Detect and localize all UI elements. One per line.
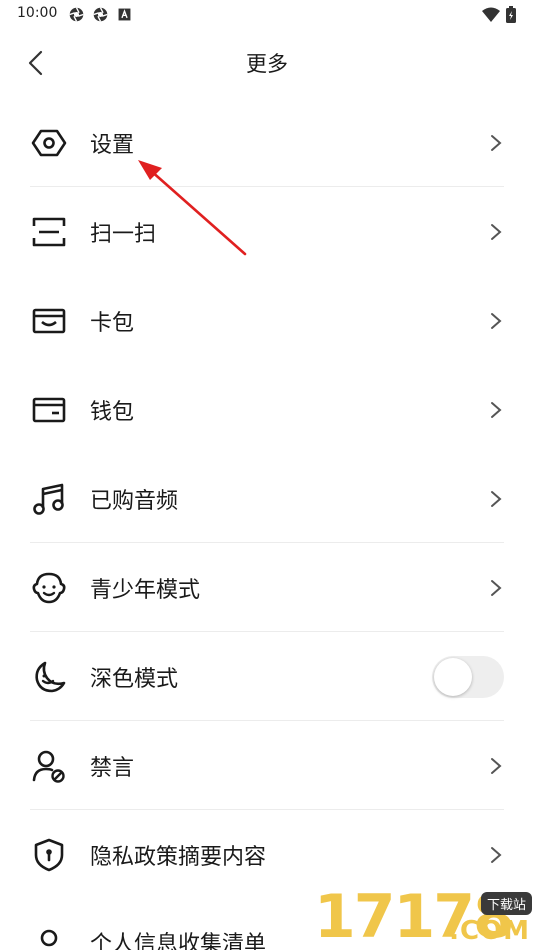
menu-list: 设置 扫一扫 卡包 钱包 已购音频 青少年模式 深色模式 禁言 隐私政策摘要内容 [0,98,534,899]
menu-item-settings[interactable]: 设置 [0,98,534,187]
menu-item-label: 卡包 [90,310,135,336]
status-icons-right [482,6,516,23]
menu-item-dark-mode: 深色模式 [0,632,534,721]
menu-item-card-pack[interactable]: 卡包 [0,276,534,365]
moon-icon [30,658,68,696]
chevron-right-icon [488,400,504,420]
user-blocked-icon [30,747,68,785]
child-face-icon [30,569,68,607]
aperture-icon [69,7,84,22]
menu-item-label: 设置 [90,132,135,158]
menu-item-teen-mode[interactable]: 青少年模式 [0,543,534,632]
chevron-right-icon [488,845,504,865]
menu-item-purchased-audio[interactable]: 已购音频 [0,454,534,543]
user-icon [30,926,68,950]
menu-item-mute[interactable]: 禁言 [0,721,534,810]
menu-item-label: 青少年模式 [90,577,201,603]
chevron-right-icon [488,489,504,509]
menu-item-label: 深色模式 [90,666,179,692]
chevron-right-icon [488,578,504,598]
wallet-icon [30,391,68,429]
menu-item-label: 隐私政策摘要内容 [90,844,267,870]
font-icon [118,8,131,21]
chevron-right-icon [488,311,504,331]
battery-icon [506,6,516,23]
status-bar: 10:00 [0,0,534,28]
card-icon [30,302,68,340]
menu-item-label: 钱包 [90,399,135,425]
wifi-icon [482,7,500,22]
chevron-right-icon [488,133,504,153]
menu-item-label: 已购音频 [90,488,179,514]
menu-item-wallet[interactable]: 钱包 [0,365,534,454]
watermark-logo: 17178 下载站 .COM [308,880,534,950]
menu-item-label: 扫一扫 [90,221,157,247]
hexagon-settings-icon [30,124,68,162]
dark-mode-toggle[interactable] [432,655,504,698]
chevron-right-icon [488,222,504,242]
menu-item-label: 禁言 [90,755,135,781]
menu-item-scan[interactable]: 扫一扫 [0,187,534,276]
chevron-right-icon [488,756,504,776]
status-time: 10:00 [17,5,58,21]
aperture-icon [93,7,108,22]
scan-icon [30,213,68,251]
menu-item-label: 个人信息收集清单 [90,932,267,950]
shield-lock-icon [30,836,68,874]
music-note-icon [30,480,68,518]
header: 更多 [0,36,534,92]
toggle-knob [434,657,472,696]
page-title: 更多 [246,52,288,76]
watermark-suffix: .COM [449,916,530,946]
watermark-badge: 下载站 [480,892,532,915]
status-icons-left [68,6,133,23]
